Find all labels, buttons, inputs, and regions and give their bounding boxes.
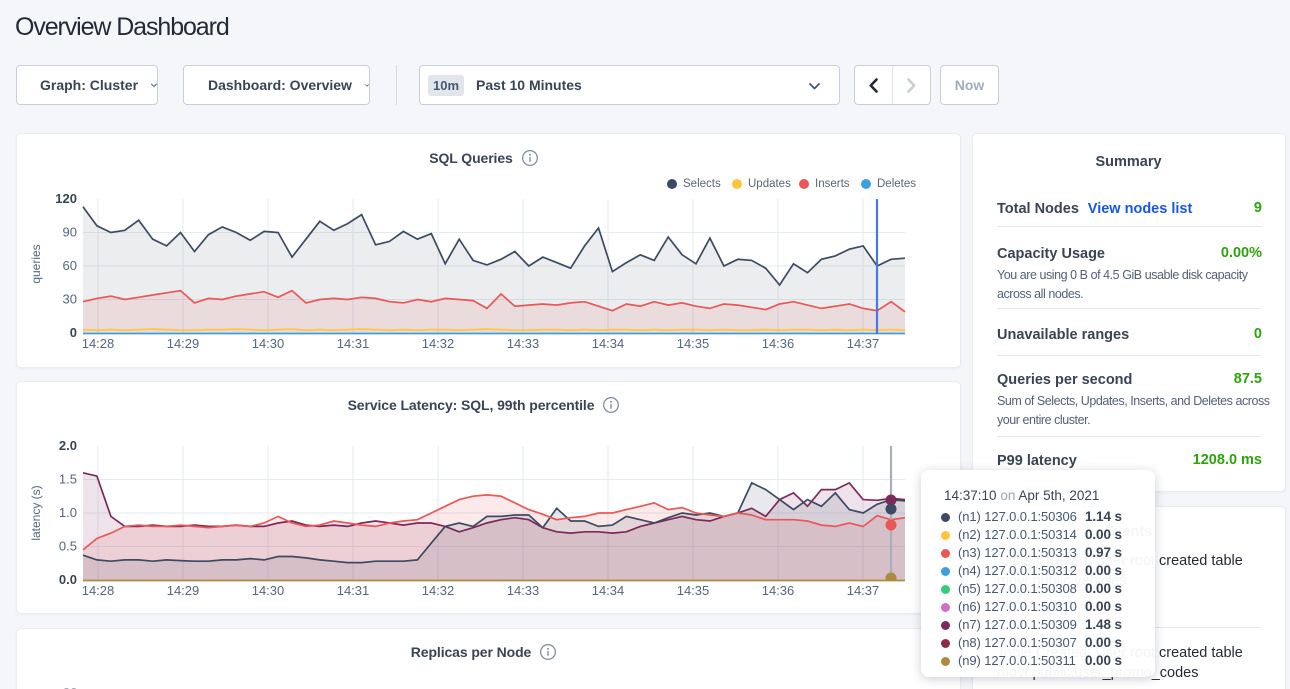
svg-text:14:31: 14:31 (337, 583, 370, 598)
svg-text:14:29: 14:29 (167, 583, 200, 598)
svg-text:14:36: 14:36 (762, 583, 795, 598)
svg-text:14:33: 14:33 (507, 336, 540, 351)
svg-text:14:29: 14:29 (167, 336, 200, 351)
svg-text:30: 30 (63, 292, 77, 307)
svg-text:0: 0 (70, 325, 77, 340)
svg-text:14:34: 14:34 (592, 336, 625, 351)
svg-text:14:35: 14:35 (677, 336, 710, 351)
svg-text:14:30: 14:30 (252, 583, 285, 598)
svg-text:14:37: 14:37 (847, 336, 880, 351)
svg-text:14:28: 14:28 (82, 583, 115, 598)
svg-text:2.0: 2.0 (59, 438, 77, 453)
svg-text:14:32: 14:32 (422, 336, 455, 351)
svg-text:0.0: 0.0 (59, 572, 77, 587)
svg-text:latency (s): latency (s) (29, 485, 43, 540)
svg-text:1.0: 1.0 (59, 505, 77, 520)
svg-text:14:28: 14:28 (82, 336, 115, 351)
svg-text:14:35: 14:35 (677, 583, 710, 598)
svg-text:90: 90 (63, 225, 77, 240)
svg-text:14:30: 14:30 (252, 336, 285, 351)
svg-text:0.5: 0.5 (59, 539, 77, 554)
svg-text:14:34: 14:34 (592, 583, 625, 598)
svg-text:14:31: 14:31 (337, 336, 370, 351)
svg-text:1.5: 1.5 (59, 472, 77, 487)
svg-text:14:33: 14:33 (507, 583, 540, 598)
svg-text:14:32: 14:32 (422, 583, 455, 598)
svg-text:14:37: 14:37 (847, 583, 880, 598)
svg-text:queries: queries (29, 244, 43, 283)
svg-text:60: 60 (63, 258, 77, 273)
svg-text:120: 120 (55, 191, 77, 206)
svg-text:14:36: 14:36 (762, 336, 795, 351)
